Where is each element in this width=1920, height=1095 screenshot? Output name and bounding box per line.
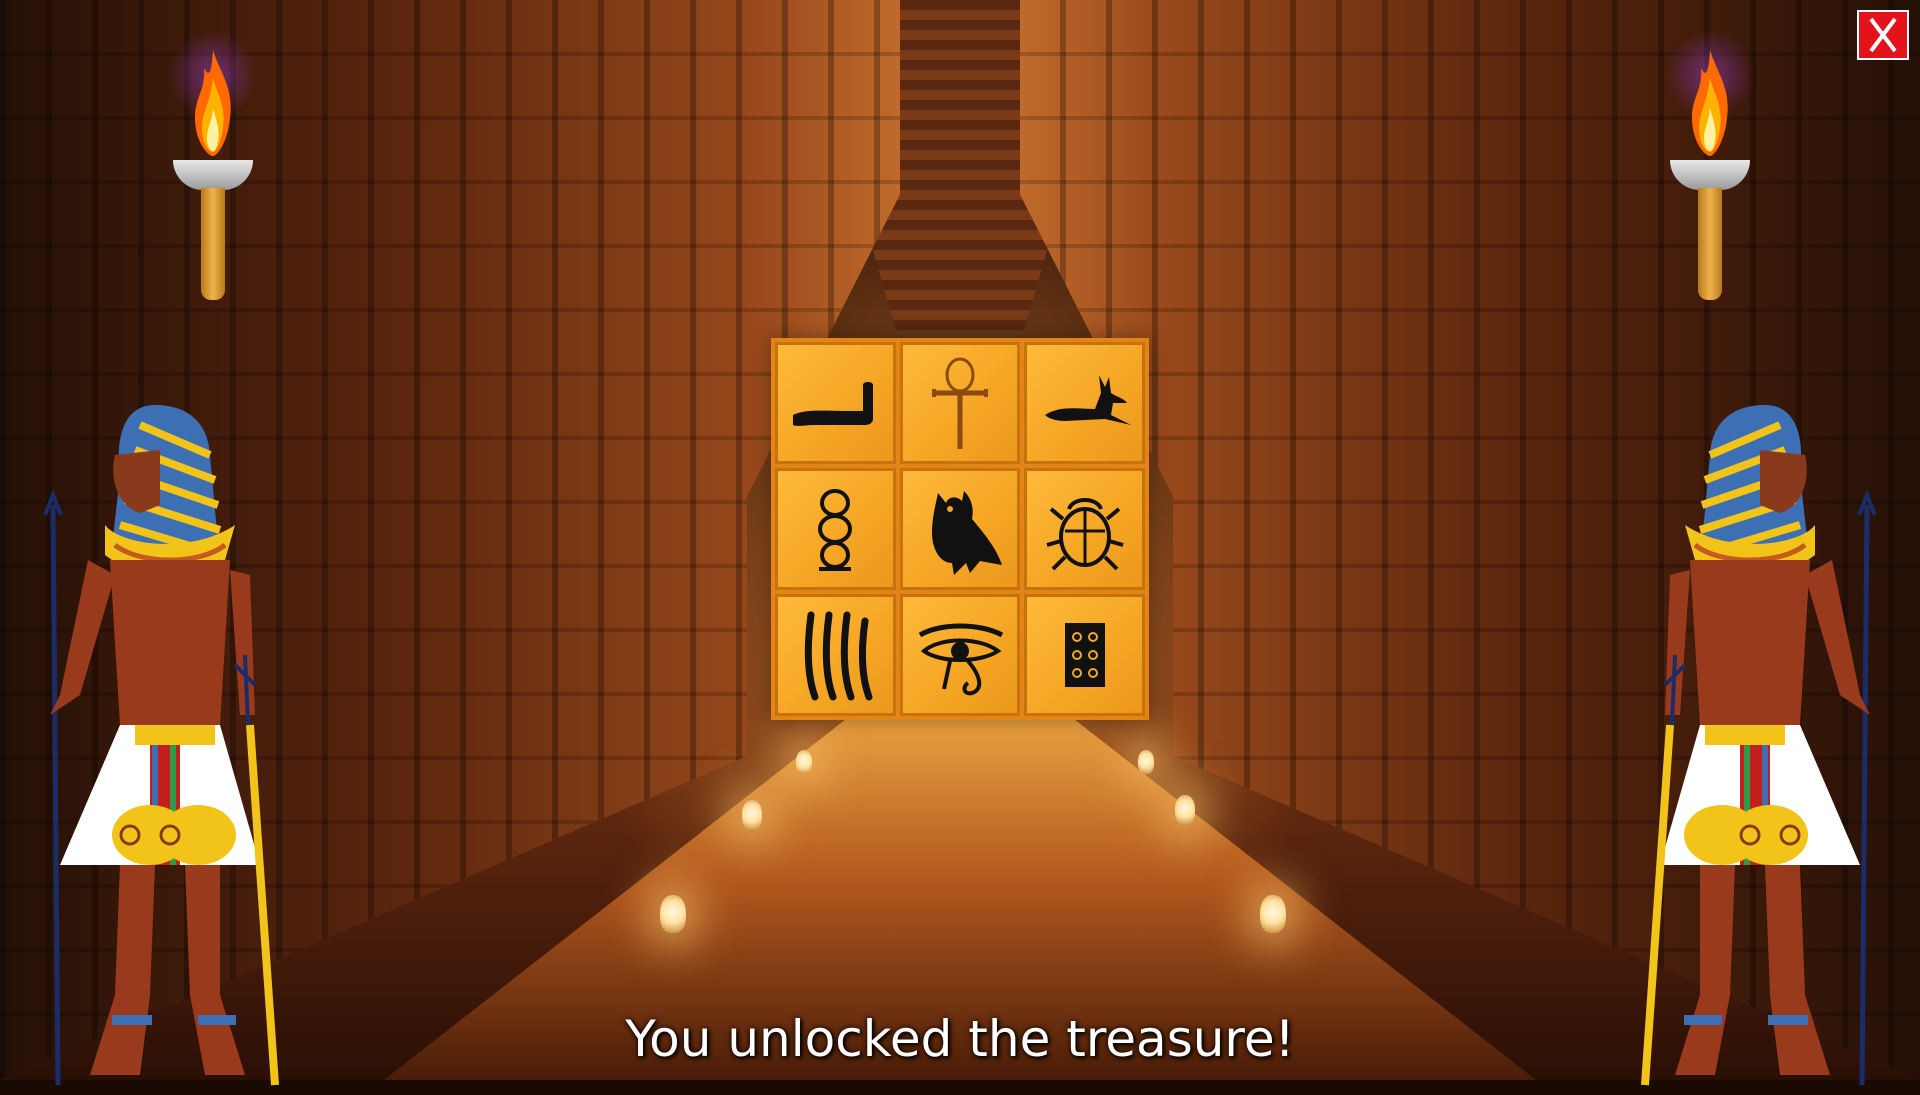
puzzle-tile-reeds[interactable] bbox=[775, 594, 896, 716]
floor-lamp bbox=[1138, 750, 1154, 774]
anubis-jackal-icon bbox=[1044, 375, 1131, 425]
puzzle-tile-anubis[interactable] bbox=[1024, 342, 1145, 464]
puzzle-tile-eye[interactable] bbox=[899, 594, 1021, 716]
ankh-icon bbox=[931, 357, 988, 449]
forearm-hieroglyph-icon bbox=[793, 382, 874, 426]
torch-handle bbox=[1698, 188, 1722, 300]
torch-right bbox=[1660, 30, 1760, 300]
puzzle-tile-forearm[interactable] bbox=[775, 342, 896, 464]
close-icon bbox=[1869, 17, 1897, 53]
floor-lamp bbox=[796, 750, 812, 774]
puzzle-tile-dice[interactable] bbox=[1024, 594, 1145, 716]
floor-lamp bbox=[1175, 795, 1195, 825]
reed-strokes-icon bbox=[805, 611, 873, 701]
puzzle-tile-coil[interactable] bbox=[775, 468, 896, 590]
scarab-icon bbox=[1046, 498, 1124, 571]
eye-of-horus-icon bbox=[918, 623, 1004, 696]
puzzle-tile-scarab[interactable] bbox=[1024, 468, 1145, 590]
coil-rope-icon bbox=[818, 489, 853, 571]
floor-lamp bbox=[742, 800, 762, 830]
torch-left bbox=[163, 30, 263, 300]
floor-lamp bbox=[660, 895, 686, 933]
puzzle-tile-ankh[interactable] bbox=[899, 342, 1021, 464]
pharaoh-left bbox=[43, 405, 279, 1086]
unlock-message: You unlocked the treasure! bbox=[625, 1010, 1295, 1068]
close-button[interactable] bbox=[1857, 10, 1909, 60]
owl-icon bbox=[931, 491, 1002, 575]
puzzle-tile-owl[interactable] bbox=[899, 468, 1021, 590]
flame-icon bbox=[194, 50, 231, 156]
flame-icon bbox=[1691, 50, 1728, 156]
floor-lamp bbox=[1260, 895, 1286, 933]
dice-panel-icon bbox=[1064, 623, 1105, 687]
torch-bowl bbox=[173, 160, 253, 190]
hieroglyph-puzzle-grid bbox=[771, 338, 1149, 720]
pharaoh-right bbox=[1641, 405, 1877, 1086]
torch-handle bbox=[201, 188, 225, 300]
torch-bowl bbox=[1670, 160, 1750, 190]
